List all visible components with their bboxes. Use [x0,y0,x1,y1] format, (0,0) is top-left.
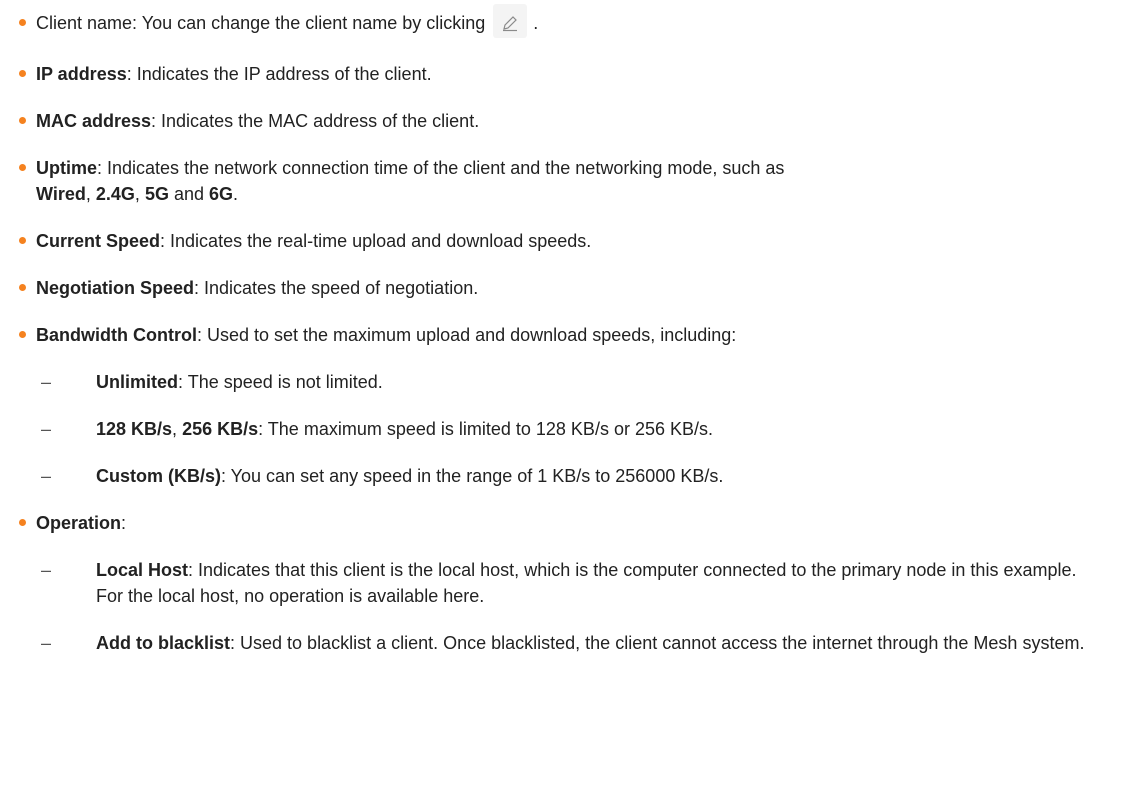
uptime-desc: : Indicates the network connection time … [97,158,785,179]
ip-address-item: IP address: Indicates the IP address of … [19,61,1104,87]
bullet-icon [19,70,26,78]
bullet-icon [19,19,26,26]
custom-speed-desc: : You can set any speed in the range of … [221,466,724,487]
separator: , [85,184,91,205]
client-name-end: . [533,13,539,33]
negotiation-speed-item: Negotiation Speed: Indicates the speed o… [19,275,1104,301]
current-speed-term: Current Speed [36,231,161,252]
mac-address-term: MAC address [36,111,152,132]
separator: , [172,419,178,440]
bandwidth-control-desc: : Used to set the maximum upload and dow… [196,325,737,346]
separator: and [173,184,205,205]
fixed-speed-subitem: – 128 KB/s, 256 KB/s: The maximum speed … [19,416,1104,442]
separator: , [134,184,140,205]
negotiation-speed-desc: : Indicates the speed of negotiation. [194,278,479,299]
client-name-text: Client name: You can change the client n… [36,13,486,33]
dash-marker: – [41,466,52,487]
fixed-speed-desc: : The maximum speed is limited to 128 KB… [258,419,713,440]
local-host-subitem: – Local Host: Indicates that this client… [19,557,1104,609]
bullet-icon [19,284,26,292]
bullet-icon [19,331,26,339]
ip-address-term: IP address [36,64,127,85]
blacklist-subitem: – Add to blacklist: Used to blacklist a … [19,630,1104,656]
client-name-item: Client name: You can change the client n… [19,4,1104,39]
current-speed-desc: : Indicates the real-time upload and dow… [160,231,592,252]
separator: : [121,513,127,534]
operation-term: Operation [36,513,122,534]
dash-marker: – [41,419,52,440]
current-speed-item: Current Speed: Indicates the real-time u… [19,228,1104,254]
bullet-icon [19,117,26,125]
local-host-term: Local Host [96,560,189,581]
uptime-item: Uptime: Indicates the network connection… [19,155,1104,207]
mode-wired: Wired [36,184,86,205]
document-body: Client name: You can change the client n… [0,0,1124,656]
blacklist-desc: : Used to blacklist a client. Once black… [230,633,1085,654]
dash-marker: – [41,560,52,581]
unlimited-term: Unlimited [96,372,179,393]
ip-address-desc: : Indicates the IP address of the client… [126,64,432,85]
dash-marker: – [41,372,52,393]
custom-speed-subitem: – Custom (KB/s): You can set any speed i… [19,463,1104,489]
custom-speed-term: Custom (KB/s) [96,466,221,487]
mode-5g: 5G [144,184,169,205]
mac-address-desc: : Indicates the MAC address of the clien… [151,111,480,132]
dash-marker: – [41,633,52,654]
unlimited-subitem: – Unlimited: The speed is not limited. [19,369,1104,395]
bullet-icon [19,164,26,172]
mac-address-item: MAC address: Indicates the MAC address o… [19,108,1104,134]
separator: . [233,184,239,205]
mode-6g: 6G [209,184,234,205]
bullet-icon [19,519,26,527]
mode-2-4g: 2.4G [95,184,135,205]
unlimited-desc: : The speed is not limited. [178,372,383,393]
bullet-icon [19,237,26,245]
bandwidth-control-term: Bandwidth Control [36,325,197,346]
local-host-desc: : Indicates that this client is the loca… [96,560,1077,607]
speed-256-term: 256 KB/s [182,419,259,440]
negotiation-speed-term: Negotiation Speed [36,278,195,299]
bandwidth-control-item: Bandwidth Control: Used to set the maxim… [19,322,1104,348]
speed-128-term: 128 KB/s [96,419,173,440]
uptime-term: Uptime [36,158,98,179]
operation-item: Operation: [19,510,1104,536]
blacklist-term: Add to blacklist [96,633,231,654]
edit-pencil-icon[interactable] [493,4,528,39]
